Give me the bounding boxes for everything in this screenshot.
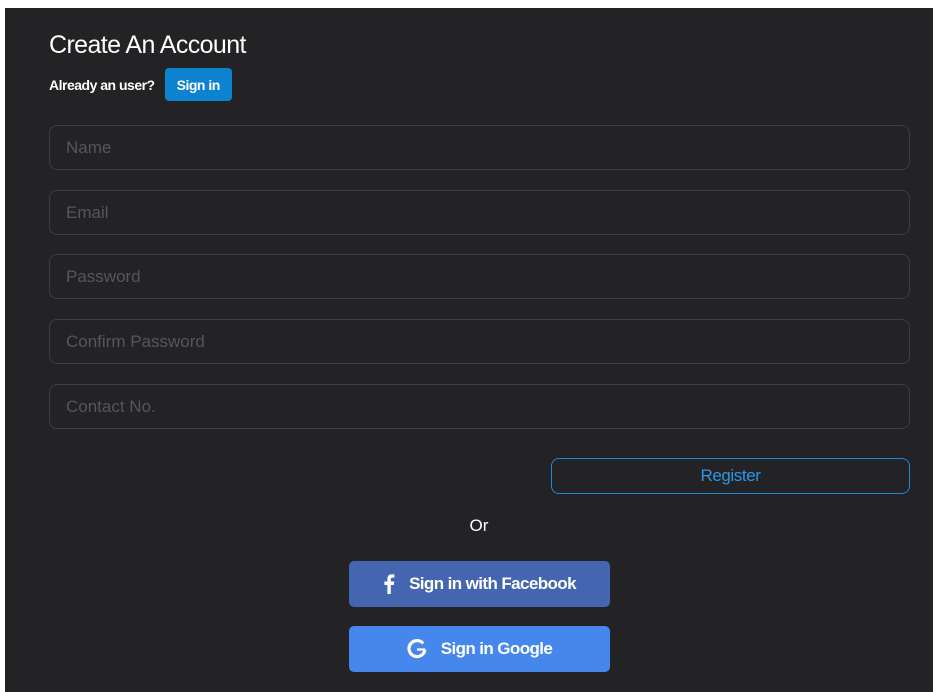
signin-prompt: Already an user? Sign in — [49, 68, 232, 101]
facebook-signin-button[interactable]: Sign in with Facebook — [349, 561, 610, 607]
register-panel: Create An Account Already an user? Sign … — [5, 8, 933, 692]
signin-button[interactable]: Sign in — [164, 68, 232, 101]
facebook-icon — [383, 574, 395, 594]
email-input[interactable] — [49, 190, 910, 235]
google-icon — [407, 639, 427, 659]
facebook-signin-label: Sign in with Facebook — [409, 574, 576, 593]
google-signin-button[interactable]: Sign in Google — [349, 626, 610, 672]
google-signin-label: Sign in Google — [440, 639, 553, 658]
name-input[interactable] — [49, 125, 910, 170]
contact-input[interactable] — [49, 384, 910, 429]
password-input[interactable] — [49, 254, 910, 299]
page-title: Create An Account — [49, 31, 246, 59]
or-divider: Or — [469, 516, 489, 535]
confirm-password-input[interactable] — [49, 319, 910, 364]
already-user-text: Already an user? — [49, 76, 155, 93]
register-button[interactable]: Register — [551, 458, 910, 494]
